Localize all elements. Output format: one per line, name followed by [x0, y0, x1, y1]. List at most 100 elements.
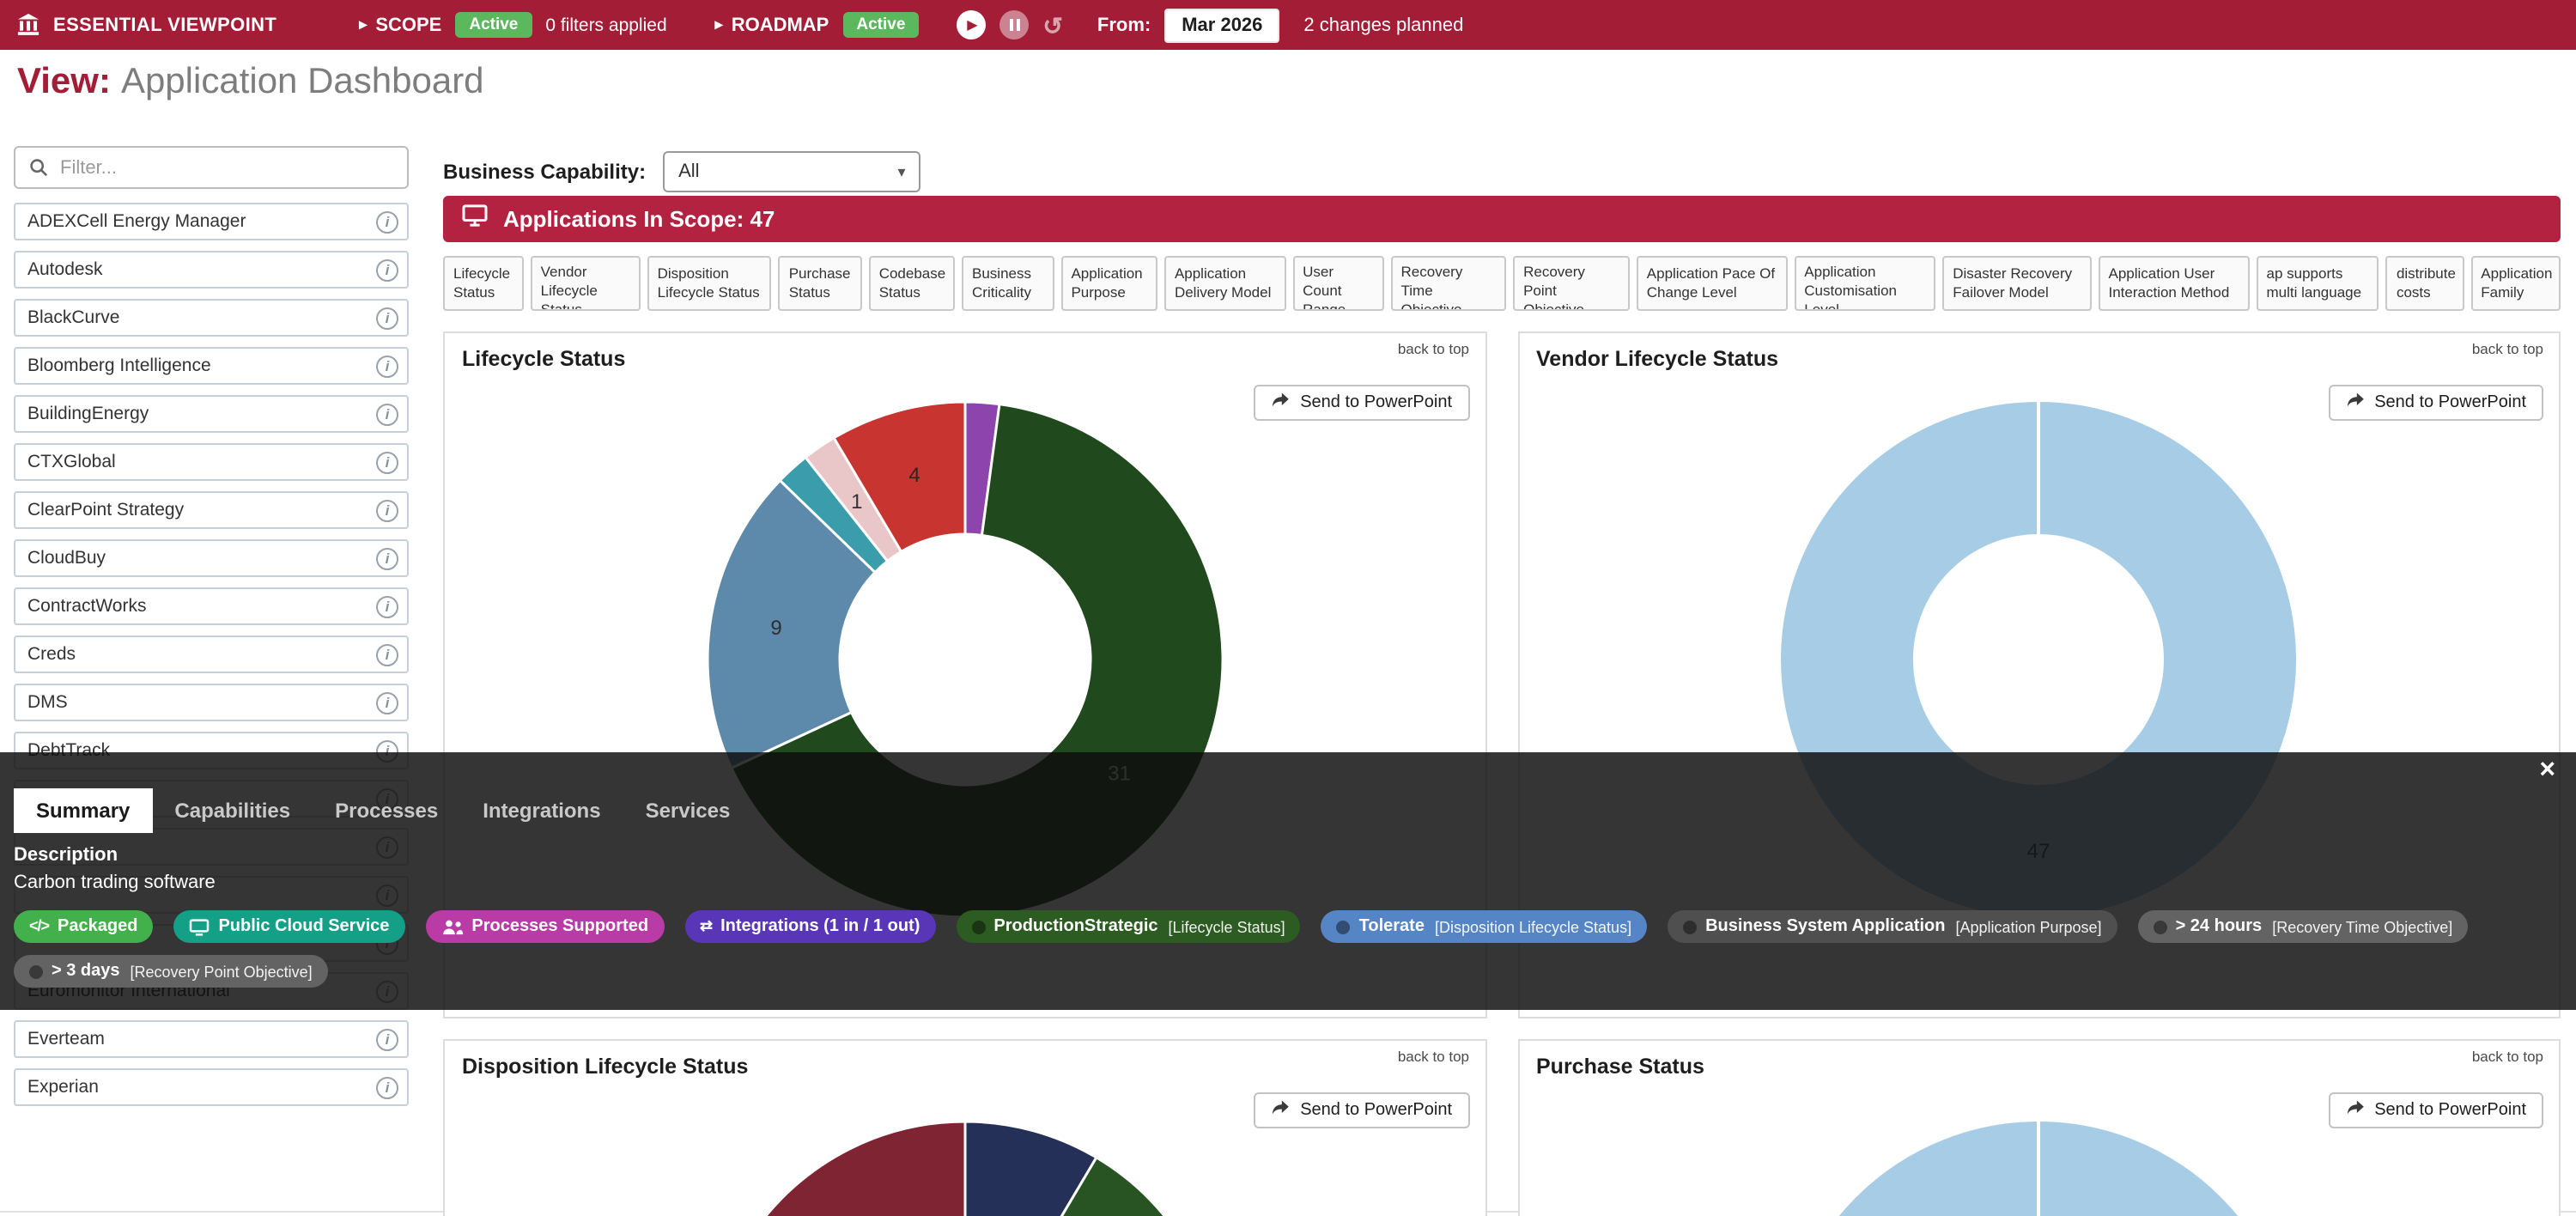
back-to-top-link[interactable]: back to top: [1398, 1048, 1469, 1065]
info-icon[interactable]: i: [376, 595, 398, 617]
info-icon[interactable]: i: [376, 691, 398, 714]
list-item[interactable]: BuildingEnergyi: [14, 395, 409, 433]
filters-applied-link[interactable]: 0 filters applied: [545, 15, 666, 35]
list-item[interactable]: CTXGlobali: [14, 443, 409, 481]
app-label: BlackCurve: [27, 307, 376, 328]
roadmap-toggle[interactable]: ▸ ROADMAP: [715, 15, 829, 35]
attribute-badge[interactable]: > 3 days[Recovery Point Objective]: [14, 955, 328, 988]
back-to-top-link[interactable]: back to top: [2472, 340, 2543, 357]
badge-label: Processes Supported: [471, 917, 648, 936]
ppt-label: Send to PowerPoint: [1300, 1101, 1452, 1120]
list-item[interactable]: BlackCurvei: [14, 299, 409, 337]
info-icon[interactable]: i: [376, 403, 398, 425]
tab-processes[interactable]: Processes: [313, 788, 460, 833]
panel-title: Purchase Status: [1519, 1041, 2559, 1079]
info-icon[interactable]: i: [376, 451, 398, 473]
info-icon[interactable]: i: [376, 307, 398, 329]
filter-tab[interactable]: Disposition Lifecycle Status: [647, 256, 772, 311]
filter-tab[interactable]: Codebase Status: [869, 256, 955, 311]
play-button[interactable]: ▶: [957, 10, 986, 40]
filter-tab[interactable]: Application Pace Of Change Level: [1637, 256, 1788, 311]
filter-tab[interactable]: Business Criticality: [962, 256, 1054, 311]
list-item[interactable]: DMSi: [14, 684, 409, 721]
info-icon[interactable]: i: [376, 1028, 398, 1050]
filter-tab[interactable]: Application User Interaction Method: [2099, 256, 2250, 311]
attribute-badge[interactable]: Business System Application[Application …: [1668, 910, 2117, 943]
send-to-powerpoint-button[interactable]: Send to PowerPoint: [1254, 385, 1469, 421]
app-label: Autodesk: [27, 259, 376, 280]
attribute-badge[interactable]: > 24 hours[Recovery Time Objective]: [2138, 910, 2469, 943]
from-date-button[interactable]: Mar 2026: [1164, 8, 1279, 42]
info-icon[interactable]: i: [376, 355, 398, 377]
pause-button[interactable]: [999, 10, 1029, 40]
list-item[interactable]: Autodeski: [14, 251, 409, 289]
list-item[interactable]: ADEXCell Energy Manageri: [14, 203, 409, 240]
filter-tab[interactable]: Purchase Status: [779, 256, 862, 311]
attribute-badge[interactable]: ⇄Integrations (1 in / 1 out): [684, 910, 935, 943]
filter-tab[interactable]: distribute costs: [2386, 256, 2464, 311]
filter-tab[interactable]: Recovery Point Objective: [1513, 256, 1630, 311]
filter-tab[interactable]: Disaster Recovery Failover Model: [1942, 256, 2091, 311]
ppt-label: Send to PowerPoint: [1300, 393, 1452, 412]
info-icon[interactable]: i: [376, 643, 398, 666]
attribute-badge[interactable]: Public Cloud Service: [173, 910, 404, 943]
filter-tab[interactable]: Application Purpose: [1060, 256, 1157, 311]
back-to-top-link[interactable]: back to top: [2472, 1048, 2543, 1065]
list-item[interactable]: Bloomberg Intelligencei: [14, 347, 409, 385]
app-label: DMS: [27, 692, 376, 713]
list-item[interactable]: ContractWorksi: [14, 587, 409, 625]
badge-label: Packaged: [58, 917, 137, 936]
info-icon[interactable]: i: [376, 1076, 398, 1098]
status-dot-icon: [1337, 920, 1351, 933]
share-icon: [2345, 392, 2364, 414]
business-capability-select[interactable]: All ▾: [663, 151, 920, 192]
search-icon: [15, 158, 60, 177]
filter-tab[interactable]: ap supports multi language: [2257, 256, 2379, 311]
list-item[interactable]: Credsi: [14, 635, 409, 673]
ppt-label: Send to PowerPoint: [2374, 393, 2526, 412]
brand-title: ESSENTIAL VIEWPOINT: [53, 15, 276, 35]
tab-integrations[interactable]: Integrations: [460, 788, 623, 833]
filter-tab[interactable]: Application Customisation Level: [1794, 256, 1935, 311]
badge-qualifier: [Recovery Point Objective]: [131, 963, 313, 980]
disposition-lifecycle-status-donut[interactable]: [690, 1104, 1240, 1216]
attribute-badge[interactable]: Processes Supported: [425, 910, 664, 943]
scope-banner: Applications In Scope: 47: [443, 196, 2561, 242]
app-label: ClearPoint Strategy: [27, 500, 376, 520]
send-to-powerpoint-button[interactable]: Send to PowerPoint: [1254, 1092, 1469, 1128]
filter-tab[interactable]: Recovery Time Objective: [1391, 256, 1507, 311]
status-dot-icon: [1683, 920, 1697, 933]
send-to-powerpoint-button[interactable]: Send to PowerPoint: [2328, 385, 2543, 421]
rewind-button[interactable]: ↺: [1042, 13, 1062, 37]
filter-tab[interactable]: Vendor Lifecycle Status: [531, 256, 641, 311]
info-icon[interactable]: i: [376, 258, 398, 281]
filter-tab[interactable]: Lifecycle Status: [443, 256, 524, 311]
list-item[interactable]: CloudBuyi: [14, 539, 409, 577]
attribute-badge[interactable]: </>Packaged: [14, 910, 153, 943]
arrows-icon: ⇄: [700, 919, 712, 934]
close-icon[interactable]: ×: [2539, 757, 2555, 785]
attribute-badge[interactable]: ProductionStrategic[Lifecycle Status]: [956, 910, 1300, 943]
filter-tab[interactable]: Application Delivery Model: [1164, 256, 1285, 311]
list-item[interactable]: ClearPoint Strategyi: [14, 491, 409, 529]
scope-toggle[interactable]: ▸ SCOPE: [359, 15, 441, 35]
badge-label: Public Cloud Service: [218, 917, 389, 936]
attribute-badge[interactable]: Tolerate[Disposition Lifecycle Status]: [1321, 910, 1647, 943]
tab-summary[interactable]: Summary: [14, 788, 152, 833]
svg-text:9: 9: [770, 617, 781, 640]
info-icon[interactable]: i: [376, 499, 398, 521]
sidebar-filter-input[interactable]: [60, 157, 407, 178]
purchase-status-donut[interactable]: [1765, 1104, 2314, 1216]
info-icon[interactable]: i: [376, 210, 398, 233]
filter-tab[interactable]: Application Family: [2470, 256, 2561, 311]
filter-tab[interactable]: User Count Range: [1292, 256, 1383, 311]
list-item[interactable]: Experiani: [14, 1068, 409, 1106]
tab-services[interactable]: Services: [623, 788, 753, 833]
back-to-top-link[interactable]: back to top: [1398, 340, 1469, 357]
tab-capabilities[interactable]: Capabilities: [152, 788, 313, 833]
filter-tabs: Lifecycle StatusVendor Lifecycle StatusD…: [443, 256, 2561, 314]
send-to-powerpoint-button[interactable]: Send to PowerPoint: [2328, 1092, 2543, 1128]
list-item[interactable]: Everteami: [14, 1020, 409, 1058]
share-icon: [1271, 1099, 1290, 1122]
info-icon[interactable]: i: [376, 547, 398, 569]
